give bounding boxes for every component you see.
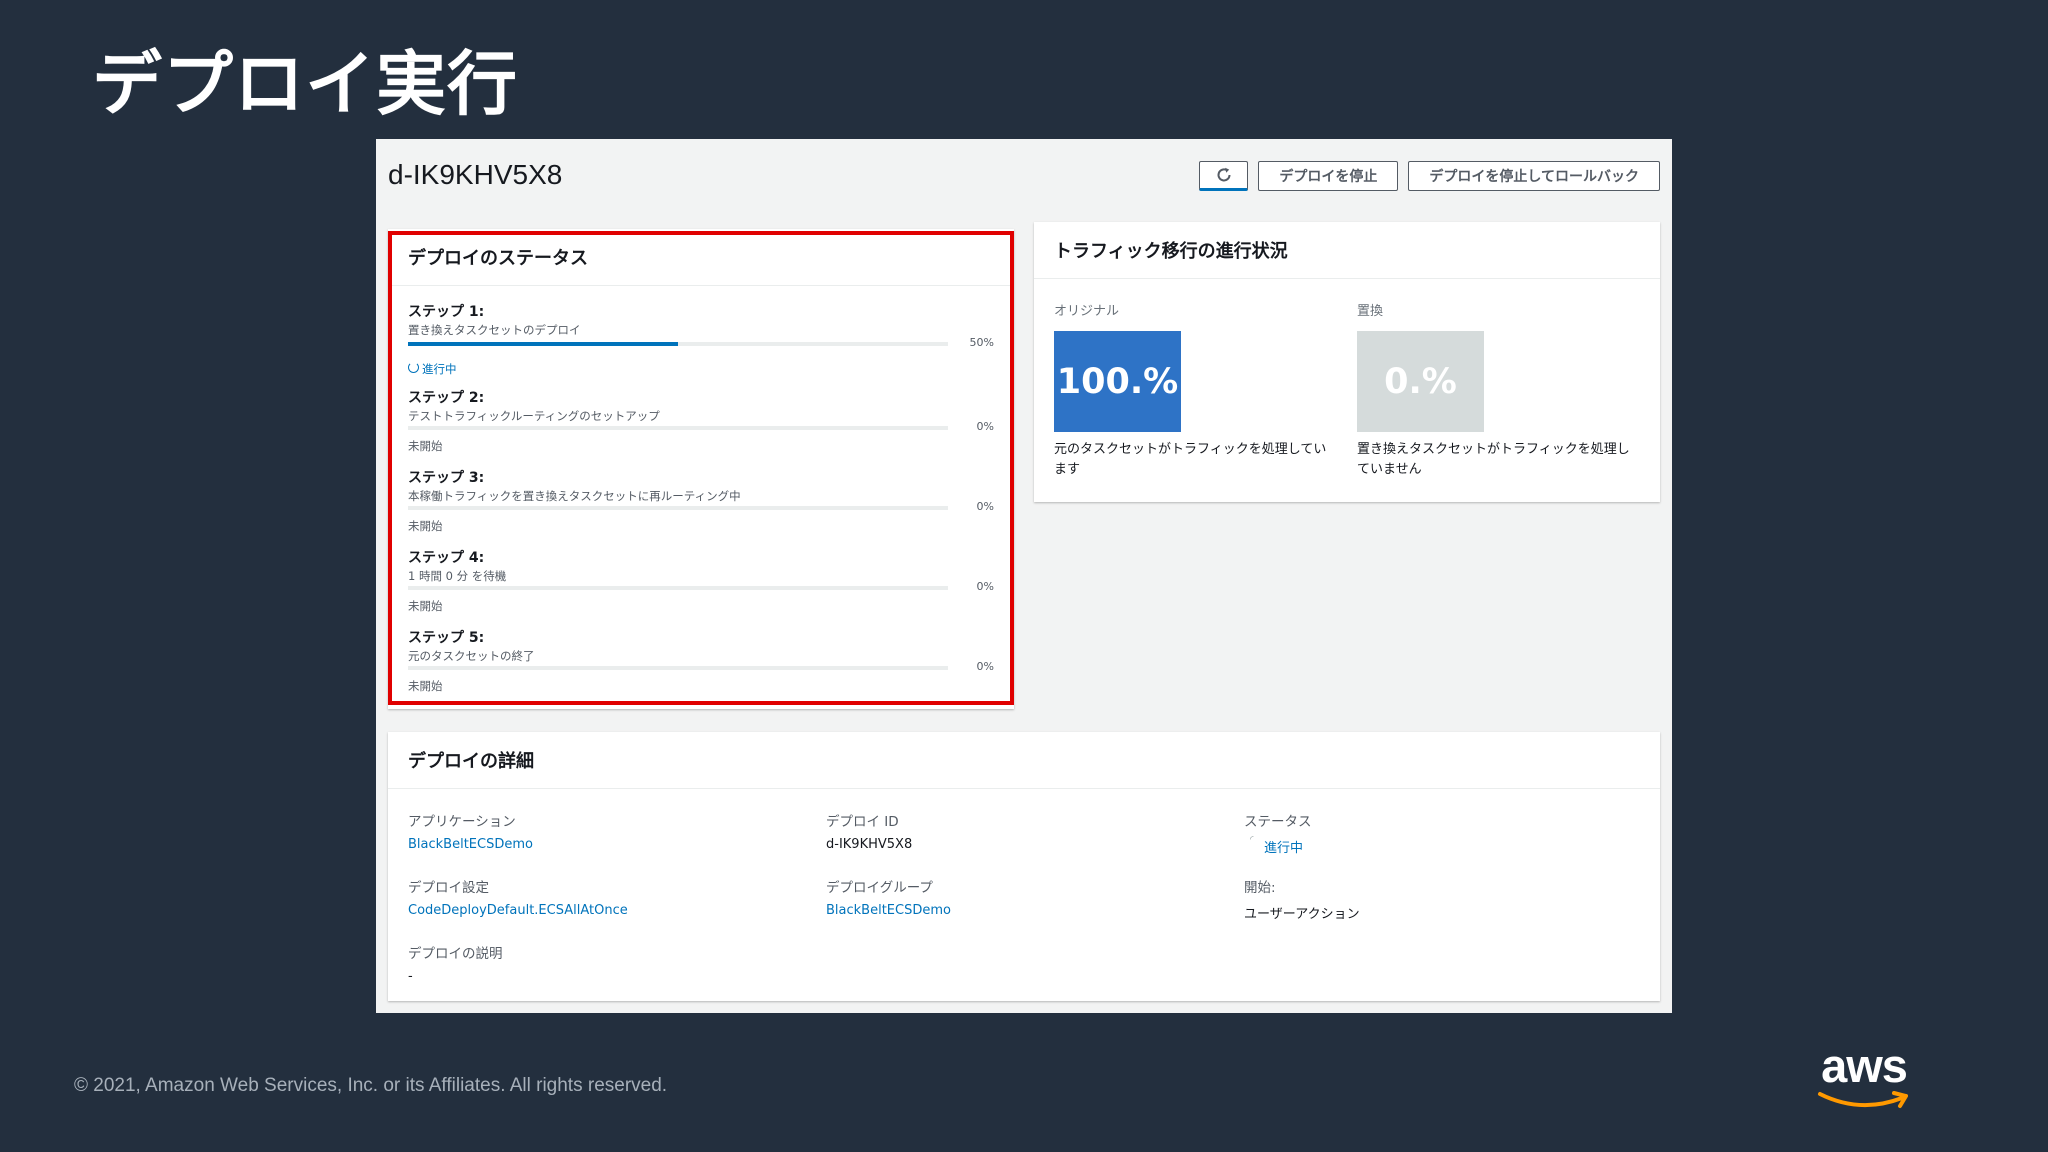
start-value: ユーザーアクション: [1244, 907, 1360, 922]
field-label: デプロイグループ: [826, 880, 933, 896]
original-caption: 元のタスクセットがトラフィックを処理しています: [1054, 442, 1327, 477]
deployment-details-title: デプロイの詳細: [388, 732, 1660, 789]
deploy-id-field: デプロイ ID d-IK9KHV5X8: [826, 810, 1216, 852]
step-3: ステップ 3: 本稼働トラフィックを置き換えタスクセットに再ルーティング中 0%…: [408, 467, 994, 537]
original-percent-tile: 100.%: [1054, 331, 1181, 432]
field-label: デプロイ ID: [826, 814, 899, 830]
step-progress-bar: [408, 342, 948, 346]
description-value: -: [408, 969, 413, 984]
step-progress-bar: [408, 426, 948, 430]
loading-spinner-icon: [408, 362, 419, 373]
step-description: テストトラフィックルーティングのセットアップ: [408, 409, 660, 423]
step-state: 進行中: [408, 361, 457, 377]
step-percent: 0%: [976, 580, 994, 593]
start-field: 開始: ユーザーアクション: [1244, 876, 1634, 922]
step-percent: 50%: [969, 336, 994, 349]
field-label: デプロイの説明: [408, 946, 503, 962]
deployment-id-heading: d-IK9KHV5X8: [388, 159, 563, 190]
traffic-shift-panel: トラフィック移行の進行状況 オリジナル 100.% 元のタスクセットがトラフィッ…: [1034, 222, 1660, 502]
step-progress-fill: [408, 342, 678, 346]
step-2: ステップ 2: テストトラフィックルーティングのセットアップ 0% 未開始: [408, 387, 994, 457]
step-4: ステップ 4: 1 時間 0 分 を待機 0% 未開始: [408, 547, 994, 617]
step-progress-bar: [408, 506, 948, 510]
slide-title: デプロイ実行: [92, 43, 518, 125]
step-percent: 0%: [976, 420, 994, 433]
step-state: 未開始: [408, 439, 443, 453]
field-label: ステータス: [1244, 814, 1312, 830]
original-traffic: オリジナル 100.% 元のタスクセットがトラフィックを処理しています: [1054, 300, 1334, 480]
step-state: 未開始: [408, 519, 443, 533]
step-percent: 0%: [976, 500, 994, 513]
deploy-config-link[interactable]: CodeDeployDefault.ECSAllAtOnce: [408, 903, 798, 918]
original-label: オリジナル: [1054, 304, 1120, 319]
step-title: ステップ 4:: [408, 550, 485, 566]
step-title: ステップ 2:: [408, 390, 485, 406]
deploy-id-value: d-IK9KHV5X8: [826, 837, 913, 852]
deployment-toolbar: デプロイを停止 デプロイを停止してロールバック: [1199, 161, 1660, 191]
deployment-status-panel: デプロイのステータス ステップ 1: 置き換えタスクセットのデプロイ 50% 進…: [388, 229, 1014, 709]
step-description: 1 時間 0 分 を待機: [408, 569, 507, 583]
step-progress-bar: [408, 586, 948, 590]
deployment-status-title: デプロイのステータス: [388, 229, 1014, 286]
step-state: 未開始: [408, 679, 443, 693]
deploy-group-field: デプロイグループ BlackBeltECSDemo: [826, 876, 1216, 918]
step-title: ステップ 5:: [408, 630, 485, 646]
stop-deployment-button[interactable]: デプロイを停止: [1258, 161, 1399, 191]
refresh-icon: [1217, 167, 1231, 182]
stop-and-rollback-button[interactable]: デプロイを停止してロールバック: [1408, 161, 1660, 191]
refresh-button[interactable]: [1199, 161, 1249, 191]
step-state: 未開始: [408, 599, 443, 613]
aws-smile-icon: [1818, 1091, 1908, 1108]
status-indicator-icon: ◜: [1250, 835, 1254, 845]
field-label: 開始:: [1244, 880, 1276, 896]
step-description: 本稼働トラフィックを置き換えタスクセットに再ルーティング中: [408, 489, 741, 503]
status-field: ステータス ◜ 進行中: [1244, 810, 1634, 856]
step-1: ステップ 1: 置き換えタスクセットのデプロイ 50% 進行中: [408, 301, 994, 379]
replacement-label: 置換: [1357, 304, 1384, 319]
copyright-notice: © 2021, Amazon Web Services, Inc. or its…: [74, 1075, 668, 1096]
status-value: ◜ 進行中: [1250, 835, 1304, 856]
replacement-percent-tile: 0.%: [1357, 331, 1484, 432]
replacement-caption: 置き換えタスクセットがトラフィックを処理していません: [1357, 442, 1630, 477]
deploy-config-field: デプロイ設定 CodeDeployDefault.ECSAllAtOnce: [408, 876, 798, 918]
description-field: デプロイの説明 -: [408, 942, 798, 984]
codedeploy-console-screenshot: d-IK9KHV5X8 デプロイを停止 デプロイを停止してロールバック デプロイ…: [376, 139, 1672, 1013]
aws-logo: aws: [1812, 1039, 1916, 1116]
application-link[interactable]: BlackBeltECSDemo: [408, 837, 798, 852]
step-title: ステップ 1:: [408, 304, 485, 320]
traffic-shift-title: トラフィック移行の進行状況: [1034, 222, 1660, 279]
field-label: デプロイ設定: [408, 880, 489, 896]
step-description: 元のタスクセットの終了: [408, 649, 535, 663]
step-title: ステップ 3:: [408, 470, 485, 486]
step-description: 置き換えタスクセットのデプロイ: [408, 323, 581, 337]
deploy-group-link[interactable]: BlackBeltECSDemo: [826, 903, 1216, 918]
step-progress-bar: [408, 666, 948, 670]
step-5: ステップ 5: 元のタスクセットの終了 0% 未開始: [408, 627, 994, 697]
deployment-details-panel: デプロイの詳細 アプリケーション BlackBeltECSDemo デプロイ I…: [388, 732, 1660, 1001]
replacement-traffic: 置換 0.% 置き換えタスクセットがトラフィックを処理していません: [1357, 300, 1637, 480]
field-label: アプリケーション: [408, 814, 516, 830]
application-field: アプリケーション BlackBeltECSDemo: [408, 810, 798, 852]
step-percent: 0%: [976, 660, 994, 673]
